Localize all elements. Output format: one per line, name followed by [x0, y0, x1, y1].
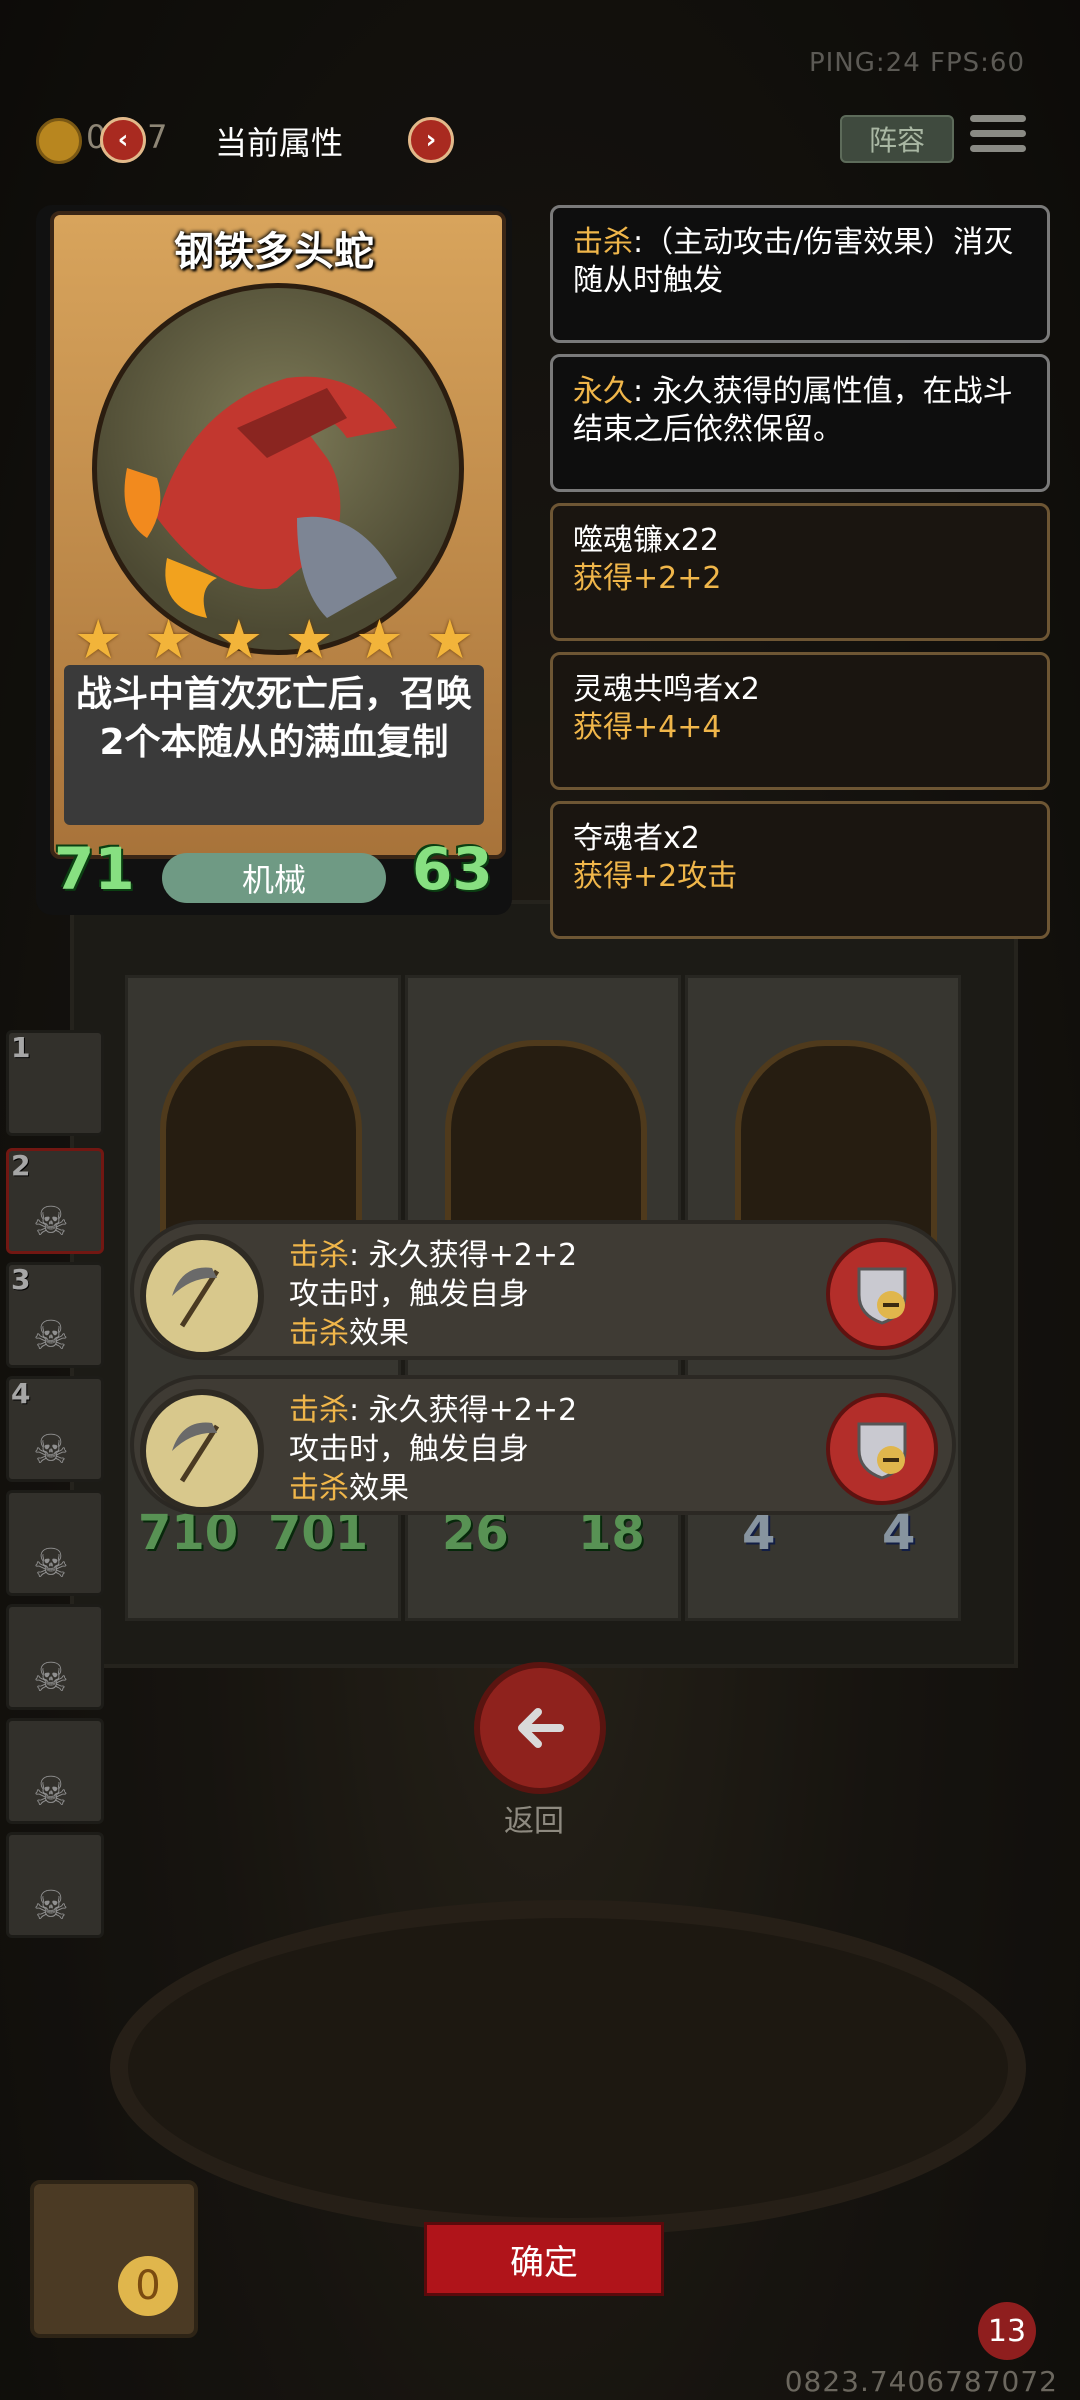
effect-row: 击杀: 永久获得+2+2 攻击时，触发自身 击杀效果: [130, 1220, 956, 1360]
effect-line: : 永久获得+2+2: [349, 1393, 578, 1428]
effect-description: 击杀: 永久获得+2+2 攻击时，触发自身 击杀效果: [289, 1236, 577, 1353]
buff-source-title: 灵魂共鸣者x2: [573, 672, 760, 707]
star-icon: ★: [144, 608, 193, 671]
unit-card: 钢铁多头蛇 ★ ★ ★ ★ ★ ★ 战斗中首次死亡后，召唤2个本随从的满血复制 …: [36, 205, 512, 915]
coin-icon: [36, 118, 82, 164]
card-description: 战斗中首次死亡后，召唤2个本随从的满血复制: [76, 674, 473, 763]
keyword-tooltip-kill: 击杀:（主动攻击/伤害效果）消灭随从时触发: [550, 205, 1050, 343]
star-icon: ★: [284, 608, 334, 671]
scythe-icon: [140, 1389, 264, 1513]
page-title: 当前属性: [215, 124, 344, 162]
hydra-portrait: [92, 283, 464, 655]
buff-source-gain: 获得+2+2: [573, 561, 722, 596]
hero-health: 13: [978, 2302, 1036, 2360]
keyword: 永久: [573, 374, 633, 409]
buff-source-item: 灵魂共鸣者x2 获得+4+4: [550, 652, 1050, 790]
buff-source-title: 夺魂者x2: [573, 821, 700, 856]
menu-icon[interactable]: [970, 115, 1026, 159]
keyword-desc: : 永久获得的属性值，在战斗结束之后依然保留。: [573, 374, 1013, 447]
effect-line: 效果: [349, 1471, 409, 1506]
keyword: 击杀: [289, 1316, 349, 1351]
card-attack: 71: [54, 835, 135, 903]
build-id: 0823.7406787072: [784, 2365, 1058, 2398]
effect-line: : 永久获得+2+2: [349, 1238, 578, 1273]
remove-shield-button[interactable]: [826, 1393, 938, 1505]
arrow-left-icon: [518, 1708, 564, 1748]
lineup-button[interactable]: 阵容: [840, 115, 954, 163]
perf-indicator: PING:24 FPS:60: [808, 48, 1025, 78]
scythe-icon: [140, 1234, 264, 1358]
buff-source-gain: 获得+4+4: [573, 710, 722, 745]
star-rating: ★ ★ ★ ★ ★ ★: [74, 613, 474, 667]
back-button[interactable]: [474, 1662, 606, 1794]
card-health: 63: [412, 835, 493, 903]
star-icon: ★: [355, 608, 404, 671]
treasure-chest[interactable]: [30, 2180, 198, 2338]
effect-line: 攻击时，触发自身: [289, 1432, 529, 1467]
star-icon: ★: [425, 608, 474, 671]
keyword: 击杀: [573, 225, 633, 260]
keyword: 击杀: [289, 1238, 349, 1273]
card-tribe: 机械: [162, 853, 386, 903]
effect-line: 攻击时，触发自身: [289, 1277, 529, 1312]
card-name: 钢铁多头蛇: [174, 229, 374, 275]
hydra-art-icon: [124, 376, 397, 618]
back-label: 返回: [504, 1804, 564, 1839]
effect-description: 击杀: 永久获得+2+2 攻击时，触发自身 击杀效果: [289, 1391, 577, 1508]
keyword-tooltip-permanent: 永久: 永久获得的属性值，在战斗结束之后依然保留。: [550, 354, 1050, 492]
keyword: 击杀: [289, 1393, 349, 1428]
remove-shield-button[interactable]: [826, 1238, 938, 1350]
buff-source-gain: 获得+2攻击: [573, 859, 738, 894]
gold-counter: 0: [118, 2256, 178, 2316]
confirm-button[interactable]: 确定: [424, 2222, 664, 2296]
buff-source-item: 夺魂者x2 获得+2攻击: [550, 801, 1050, 939]
star-icon: ★: [74, 608, 123, 671]
buff-source-item: 噬魂镰x22 获得+2+2: [550, 503, 1050, 641]
effect-row: 击杀: 永久获得+2+2 攻击时，触发自身 击杀效果: [130, 1375, 956, 1515]
keyword: 击杀: [289, 1471, 349, 1506]
next-button[interactable]: ›: [408, 117, 454, 163]
effect-line: 效果: [349, 1316, 409, 1351]
keyword-desc: :（主动攻击/伤害效果）消灭随从时触发: [573, 225, 1014, 298]
prev-button[interactable]: ‹: [100, 117, 146, 163]
buff-source-title: 噬魂镰x22: [573, 523, 719, 558]
star-icon: ★: [214, 608, 264, 671]
